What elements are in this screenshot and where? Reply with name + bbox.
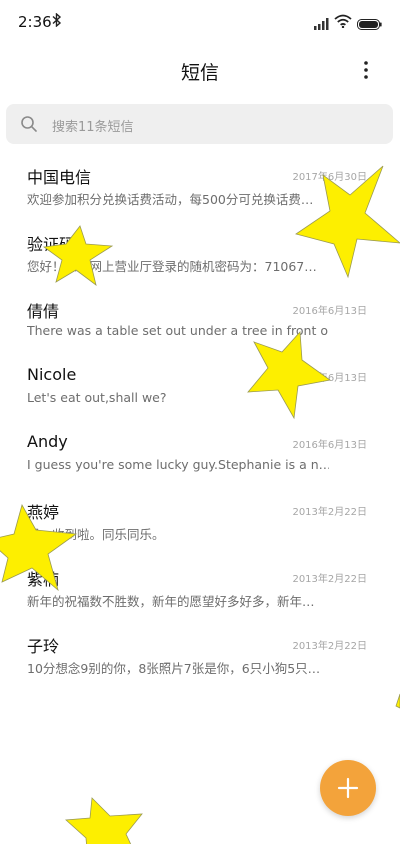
message-date: 2017年6月30日 [292, 172, 367, 183]
status-time: 2:36 [18, 13, 52, 31]
message-item[interactable]: 中国电信 2017年6月30日 欢迎参加积分兑换话费活动，每500分可兑换话费… [0, 150, 400, 217]
new-message-button[interactable] [320, 760, 376, 816]
more-vertical-icon [364, 61, 368, 79]
message-item[interactable]: 子玲 2013年2月22日 10分想念9别的你，8张照片7张是你，6只小狗5只… [0, 619, 400, 686]
battery-icon [357, 15, 382, 30]
wifi-icon [334, 13, 352, 29]
sender-name: 验证码 [27, 235, 76, 254]
search-placeholder: 搜索11条短信 [52, 120, 134, 135]
status-bar: 2:36 [0, 0, 400, 44]
message-item[interactable]: Andy 2016年6月13日 I guess you're some luck… [0, 418, 400, 485]
page-title: 短信 [180, 62, 219, 84]
sender-name: Andy [27, 432, 68, 451]
sender-name: Nicole [27, 365, 77, 384]
message-item[interactable]: Nicole 2016年6月13日 Let's eat out,shall we… [0, 351, 400, 418]
message-preview: There was a table set out under a tree i… [27, 323, 329, 338]
message-date: 2013年2月22日 [292, 507, 367, 518]
signal-icon [314, 15, 330, 30]
message-item[interactable]: 倩倩 2016年6月13日 There was a table set out … [0, 284, 400, 351]
message-date: 2016年6月13日 [292, 306, 367, 317]
sender-name: 燕婷 [27, 503, 60, 522]
message-preview: 10分想念9别的你，8张照片7张是你，6只小狗5只… [27, 661, 321, 676]
message-preview: 嗯。收到啦。同乐同乐。 [27, 527, 165, 542]
message-item[interactable]: 燕婷 2013年2月22日 嗯。收到啦。同乐同乐。 [0, 485, 400, 552]
header: 短信 [0, 44, 400, 96]
star-shape [395, 693, 400, 709]
sender-name: 倩倩 [27, 302, 60, 321]
sender-name: 子玲 [27, 637, 60, 656]
message-item[interactable]: 紫楠 2013年2月22日 新年的祝福数不胜数，新年的愿望好多好多，新年… [0, 552, 400, 619]
message-preview: 欢迎参加积分兑换话费活动，每500分可兑换话费… [27, 192, 314, 207]
message-preview: 您好！您的网上营业厅登录的随机密码为：71067… [27, 259, 317, 274]
message-date: 2016年6月13日 [292, 440, 367, 451]
message-list: 中国电信 2017年6月30日 欢迎参加积分兑换话费活动，每500分可兑换话费…… [0, 150, 400, 686]
message-item[interactable]: 验证码 您好！您的网上营业厅登录的随机密码为：71067… [0, 217, 400, 284]
more-options-button[interactable] [354, 58, 378, 82]
plus-icon [337, 777, 359, 799]
message-date: 2013年2月22日 [292, 574, 367, 585]
search-input[interactable]: 搜索11条短信 [6, 104, 393, 144]
message-preview: 新年的祝福数不胜数，新年的愿望好多好多，新年… [27, 594, 315, 609]
search-icon [20, 115, 38, 133]
message-date: 2013年2月22日 [292, 641, 367, 652]
bluetooth-icon [52, 12, 62, 31]
message-preview: Let's eat out,shall we? [27, 390, 167, 405]
star-shape [65, 797, 143, 844]
sender-name: 紫楠 [27, 570, 60, 589]
message-date: 2016年6月13日 [292, 373, 367, 384]
sender-name: 中国电信 [27, 168, 92, 187]
message-preview: I guess you're some lucky guy.Stephanie … [27, 457, 329, 472]
